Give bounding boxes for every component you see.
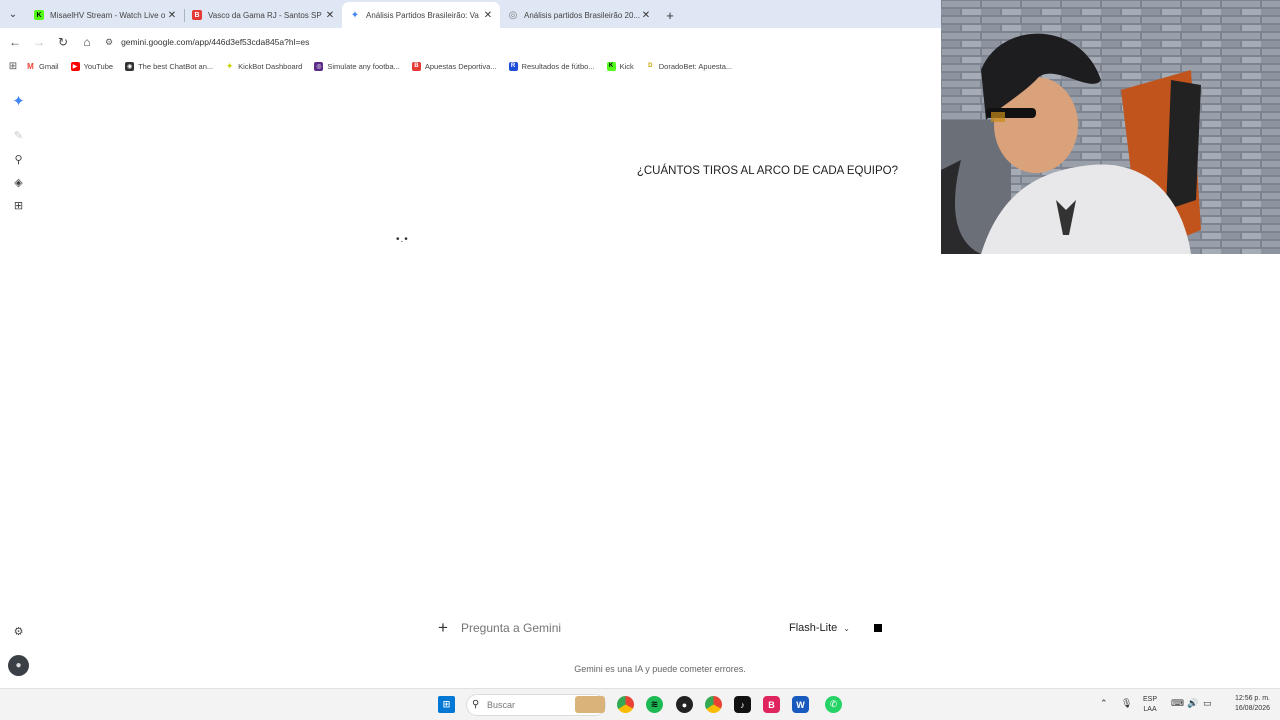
- bookmark-label: KickBot Dashboard: [238, 61, 303, 71]
- obs-icon[interactable]: ●: [676, 696, 693, 713]
- bookmark-label: Kick: [619, 61, 634, 71]
- chatgpt-icon: ◎: [508, 9, 518, 21]
- webcam-feed-image: [941, 0, 1280, 254]
- bookmark-doradobet[interactable]: D DoradoBet: Apuesta...: [646, 62, 732, 71]
- new-chat-icon[interactable]: ✎: [10, 127, 27, 144]
- screen: ⌄ K MisaelHV Stream - Watch Live o ✕ B V…: [0, 0, 1280, 720]
- address-bar[interactable]: ⚙ gemini.google.com/app/446d3ef53cda845a…: [105, 31, 309, 53]
- tab-title: Vasco da Gama RJ - Santos SP P: [208, 10, 324, 20]
- new-tab-button[interactable]: +: [658, 2, 682, 28]
- bookmark-label: DoradoBet: Apuesta...: [658, 61, 733, 71]
- bookmark-chatbot[interactable]: ◉ The best ChatBot an...: [125, 61, 214, 71]
- simulator-icon: ◎: [314, 61, 324, 71]
- tab-kick-stream[interactable]: K MisaelHV Stream - Watch Live o ✕: [26, 2, 185, 28]
- loading-indicator-icon: •.•: [396, 234, 409, 245]
- doradobet-icon: D: [648, 63, 653, 69]
- browser-toolbar: ← → ↻ ⌂ ⚙ gemini.google.com/app/446d3ef5…: [0, 28, 941, 56]
- webcam-overlay: [941, 0, 1280, 254]
- betting-site-icon: B: [192, 10, 202, 20]
- clock[interactable]: 12:56 p. m. 16/08/2026: [1222, 694, 1270, 714]
- language-top: ESP: [1143, 696, 1158, 703]
- clock-date: 16/08/2026: [1234, 705, 1270, 712]
- close-tab-icon[interactable]: ✕: [640, 10, 652, 21]
- chrome-icon[interactable]: [617, 696, 634, 713]
- battery-icon[interactable]: ▭: [1203, 698, 1212, 708]
- apps-grid-icon[interactable]: ⊞: [0, 61, 26, 72]
- user-question: ¿CUÁNTOS TIROS AL ARCO DE CADA EQUIPO?: [636, 165, 898, 177]
- chrome-profile-icon[interactable]: [705, 696, 722, 713]
- search-icon: ⚲: [472, 699, 480, 710]
- word-icon[interactable]: W: [792, 696, 809, 713]
- betting-site-icon: B: [411, 61, 421, 71]
- back-arrow-icon[interactable]: ←: [3, 30, 27, 54]
- stop-generation-button[interactable]: [874, 624, 882, 632]
- bookmark-gmail[interactable]: M Gmail: [26, 61, 59, 71]
- tab-gemini-active[interactable]: ✦ Análisis Partidos Brasileirão: Va ✕: [342, 2, 500, 28]
- reload-icon[interactable]: ↻: [51, 30, 75, 54]
- whatsapp-icon[interactable]: ✆: [825, 696, 842, 713]
- gmail-icon: M: [27, 61, 34, 71]
- tiktok-icon[interactable]: ♪: [734, 696, 751, 713]
- url-text: gemini.google.com/app/446d3ef53cda845a?h…: [121, 37, 310, 47]
- bookmark-kick[interactable]: K Kick: [606, 61, 634, 71]
- bookmark-label: The best ChatBot an...: [138, 61, 214, 71]
- forward-arrow-icon[interactable]: →: [27, 30, 51, 54]
- network-icon[interactable]: ⌨: [1171, 698, 1184, 708]
- search-icon[interactable]: ⚲: [10, 151, 27, 168]
- close-tab-icon[interactable]: ✕: [324, 10, 336, 21]
- bookmark-label: Gmail: [39, 61, 59, 71]
- language-indicator[interactable]: ESP LAA: [1143, 695, 1157, 715]
- disclaimer-text: Gemini es una IA y puede cometer errores…: [574, 664, 746, 674]
- tray-overflow-chevron-icon[interactable]: ⌃: [1100, 698, 1108, 708]
- clock-time: 12:56 p. m.: [1234, 695, 1270, 702]
- kick-icon: K: [34, 10, 44, 20]
- windows-start-icon[interactable]: ⊞: [438, 696, 455, 713]
- gemini-icon: ✦: [350, 9, 360, 21]
- bookmark-label: Resultados de fútbo...: [521, 61, 595, 71]
- tab-chatgpt-analysis[interactable]: ◎ Análisis partidos Brasileirão 20... ✕: [500, 2, 658, 28]
- bookmark-apuestas[interactable]: B Apuestas Deportiva...: [411, 61, 497, 71]
- tab-strip: ⌄ K MisaelHV Stream - Watch Live o ✕ B V…: [0, 0, 941, 28]
- tab-title: Análisis partidos Brasileirão 20...: [524, 10, 640, 20]
- bookmark-label: Apuestas Deportiva...: [424, 61, 497, 71]
- bookmarks-bar: ⊞ M Gmail ▶ YouTube ◉ The best ChatBot an..…: [0, 56, 941, 76]
- bookmark-label: Simulate any footba...: [327, 61, 400, 71]
- site-settings-icon[interactable]: ⚙: [105, 37, 113, 48]
- tab-title: MisaelHV Stream - Watch Live o: [50, 10, 166, 20]
- taskbar-search-placeholder: Buscar: [487, 700, 516, 710]
- kick-icon: K: [606, 61, 616, 71]
- bookmark-resultados[interactable]: R Resultados de fútbo...: [508, 61, 595, 71]
- tab-search-chevron-icon[interactable]: ⌄: [0, 0, 26, 28]
- add-attachment-plus-icon[interactable]: +: [430, 618, 456, 638]
- apps-icon[interactable]: ⊞: [10, 197, 27, 214]
- language-bottom: LAA: [1143, 706, 1157, 713]
- bookmark-kickbot[interactable]: ✦ KickBot Dashboard: [225, 60, 303, 71]
- close-tab-icon[interactable]: ✕: [166, 10, 178, 21]
- tab-vasco-santos[interactable]: B Vasco da Gama RJ - Santos SP P ✕: [184, 2, 342, 28]
- youtube-icon: ▶: [70, 61, 80, 71]
- windows-taskbar: ⊞ ⚲ Buscar ≋ ● ♪ B W ✆ ⌃ 🎙 ESP LAA ⌨ 🔊 ▭…: [0, 688, 1280, 720]
- tab-title: Análisis Partidos Brasileirão: Va: [366, 10, 479, 20]
- gems-icon[interactable]: ◈: [10, 174, 27, 191]
- bookmark-youtube[interactable]: ▶ YouTube: [70, 61, 114, 71]
- gemini-logo-icon[interactable]: ✦: [10, 92, 27, 110]
- microphone-icon[interactable]: 🎙: [1121, 698, 1132, 708]
- prompt-input[interactable]: [456, 621, 789, 635]
- betting-app-icon[interactable]: B: [763, 696, 780, 713]
- chevron-down-icon[interactable]: ⌄: [843, 624, 850, 633]
- volume-icon[interactable]: 🔊: [1187, 698, 1198, 708]
- settings-gear-icon[interactable]: ⚙: [10, 623, 27, 640]
- bookmark-simulator[interactable]: ◎ Simulate any footba...: [314, 61, 400, 71]
- search-highlight-image-icon[interactable]: [575, 696, 605, 713]
- spotify-icon[interactable]: ≋: [646, 696, 663, 713]
- prompt-bar: + Flash-Lite ⌄: [430, 614, 890, 642]
- chatbot-icon: ◉: [125, 61, 135, 71]
- kickbot-icon: ✦: [225, 60, 234, 71]
- close-tab-icon[interactable]: ✕: [482, 10, 494, 21]
- bookmark-label: YouTube: [83, 61, 114, 71]
- model-selector[interactable]: Flash-Lite: [789, 622, 837, 634]
- home-icon[interactable]: ⌂: [75, 30, 99, 54]
- results-icon: R: [508, 61, 518, 71]
